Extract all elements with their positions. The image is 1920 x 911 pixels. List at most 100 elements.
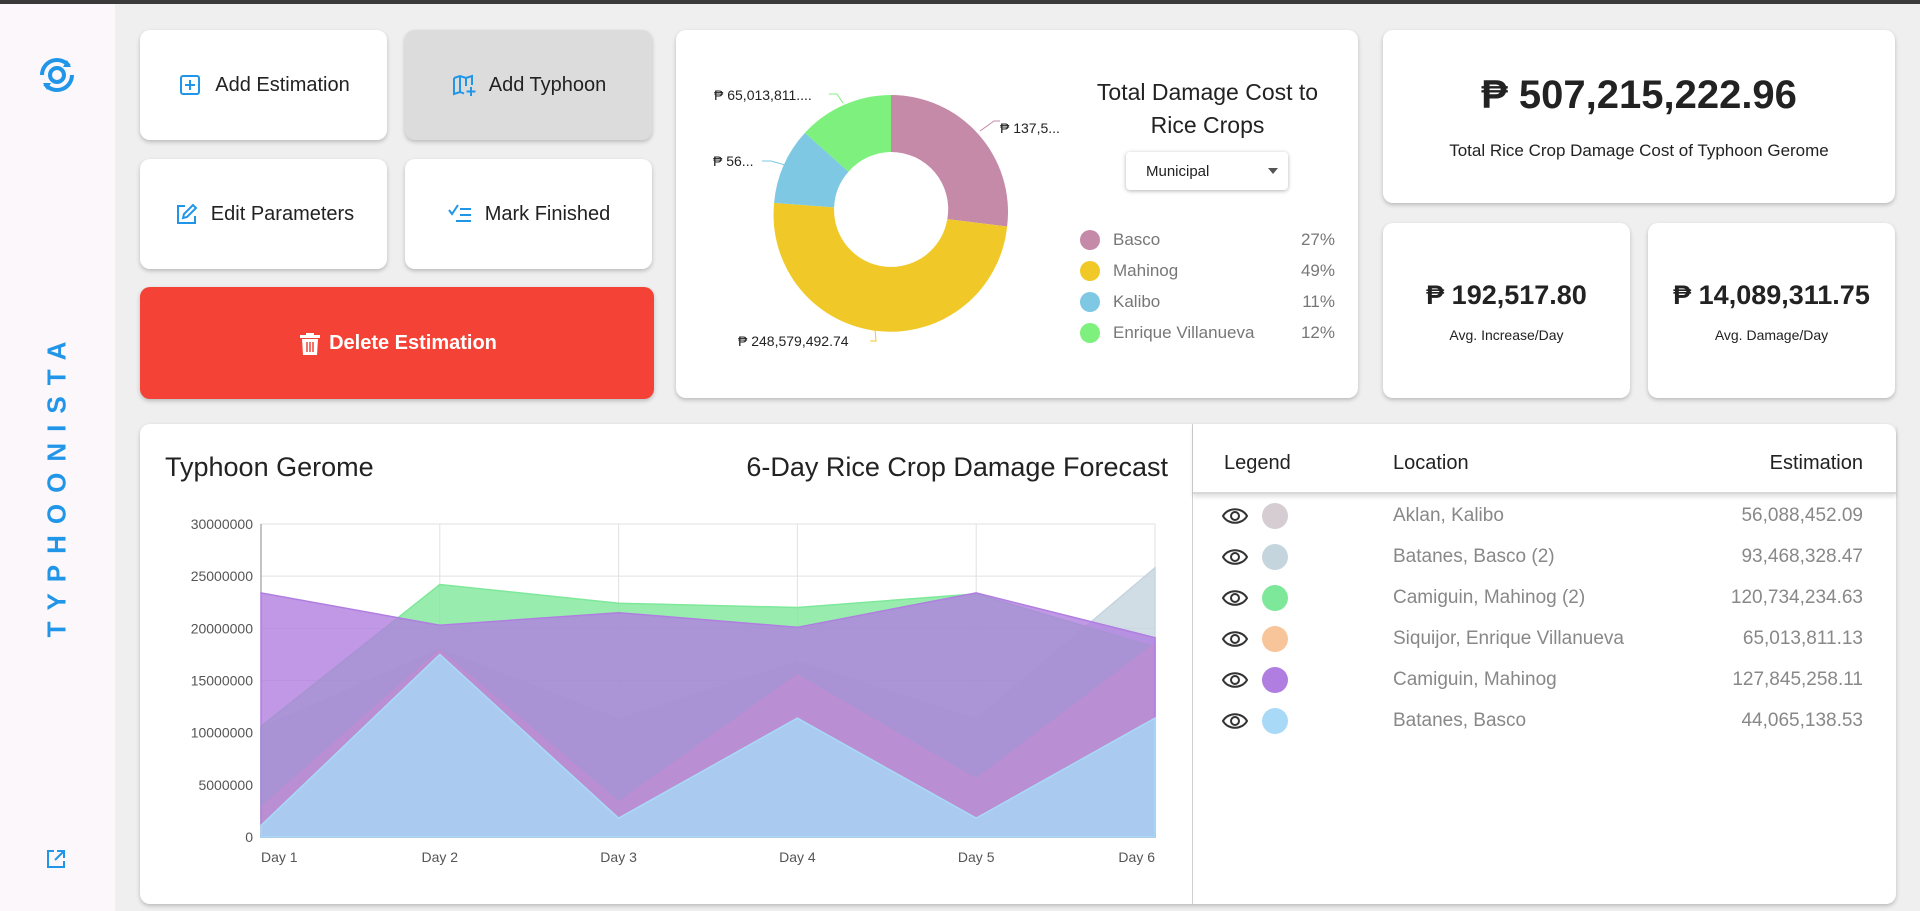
window-top-bar [0, 0, 1920, 4]
estimation-table-header: Legend Location Estimation [1193, 424, 1896, 494]
donut-value-label-kalibo: ₱ 56... [713, 153, 754, 169]
legend-name: Enrique Villanueva [1113, 323, 1255, 342]
series-color-dot [1262, 544, 1288, 570]
checklist-icon [447, 204, 471, 222]
level-filter-select[interactable]: Municipal [1126, 152, 1288, 190]
donut-title: Total Damage Cost to Rice Crops [1096, 79, 1319, 138]
total-damage-label: Total Rice Crop Damage Cost of Typhoon G… [1449, 141, 1829, 160]
legend-column-header: Legend [1224, 452, 1291, 474]
legend-name: Kalibo [1113, 292, 1161, 311]
brand-name: TYPHOONISTA [41, 330, 72, 638]
donut-value-label-mahinog: ₱ 248,579,492.74 [738, 333, 849, 349]
total-damage-value: ₱ 507,215,222.96 [1481, 73, 1797, 117]
add-typhoon-button[interactable]: Add Typhoon [405, 30, 652, 140]
x-tick-label: Day 5 [958, 849, 995, 865]
donut-slice-mahinog[interactable] [773, 202, 1008, 332]
row-estimation: 56,088,452.09 [1741, 505, 1863, 526]
table-row[interactable]: Batanes, Basco (2) 93,468,328.47 [1193, 538, 1896, 578]
legend-color-dot [1080, 230, 1100, 250]
level-filter-value: Municipal [1146, 163, 1210, 180]
legend-color-dot [1080, 292, 1100, 312]
donut-value-label-basco: ₱ 137,5... [1000, 120, 1060, 136]
row-location: Camiguin, Mahinog [1393, 669, 1557, 690]
chart-title: Typhoon Gerome [165, 452, 374, 482]
donut-legend-item[interactable]: Mahinog 49% [1080, 258, 1335, 284]
add-typhoon-label: Add Typhoon [488, 73, 607, 96]
eye-visibility-icon[interactable] [1221, 504, 1249, 528]
series-color-dot [1262, 626, 1288, 652]
legend-color-dot [1080, 261, 1100, 281]
y-tick-label: 15000000 [191, 673, 254, 689]
y-tick-label: 10000000 [191, 725, 254, 741]
legend-percent: 11% [1302, 292, 1335, 311]
y-tick-label: 25000000 [191, 568, 254, 584]
legend-name: Mahinog [1113, 261, 1179, 280]
donut-legend-item[interactable]: Kalibo 11% [1080, 289, 1335, 315]
series-color-dot [1262, 708, 1288, 734]
open-external-icon[interactable] [44, 847, 68, 871]
row-estimation: 120,734,234.63 [1730, 587, 1863, 608]
mark-finished-button[interactable]: Mark Finished [405, 159, 652, 269]
plus-square-icon [180, 75, 201, 95]
leader-line-basco [979, 120, 1000, 132]
row-estimation: 127,845,258.11 [1732, 669, 1863, 690]
leader-line-mahinog [870, 328, 877, 342]
table-row[interactable]: Aklan, Kalibo 56,088,452.09 [1193, 497, 1896, 537]
chart-subtitle: 6-Day Rice Crop Damage Forecast [746, 452, 1168, 482]
row-location: Aklan, Kalibo [1393, 505, 1504, 526]
x-tick-label: Day 6 [1118, 849, 1155, 865]
x-tick-label: Day 3 [600, 849, 637, 865]
avg-increase-label: Avg. Increase/Day [1449, 327, 1564, 343]
forecast-area-chart: 0 5000000 10000000 15000000 20000000 25000000… [191, 516, 1156, 865]
series-color-dot [1262, 503, 1288, 529]
avg-increase-value: ₱ 192,517.80 [1426, 280, 1587, 310]
x-tick-label: Day 2 [422, 849, 459, 865]
row-estimation: 65,013,811.13 [1742, 628, 1863, 649]
x-tick-label: Day 4 [779, 849, 816, 865]
edit-parameters-label: Edit Parameters [210, 202, 355, 225]
legend-name: Basco [1113, 230, 1161, 249]
y-tick-label: 20000000 [191, 620, 254, 636]
map-add-icon [452, 74, 476, 96]
table-row[interactable]: Siquijor, Enrique Villanueva 65,013,811.1… [1193, 620, 1896, 660]
edit-icon [176, 203, 198, 224]
typhoon-logo-icon[interactable] [36, 54, 78, 96]
eye-visibility-icon[interactable] [1221, 627, 1249, 651]
row-estimation: 93,468,328.47 [1741, 546, 1863, 567]
y-tick-label: 30000000 [191, 516, 254, 532]
eye-visibility-icon[interactable] [1221, 709, 1249, 733]
series-color-dot [1262, 667, 1288, 693]
eye-visibility-icon[interactable] [1221, 586, 1249, 610]
donut-legend-item[interactable]: Enrique Villanueva 12% [1080, 320, 1335, 346]
eye-visibility-icon[interactable] [1221, 545, 1249, 569]
mark-finished-label: Mark Finished [484, 202, 611, 225]
add-estimation-button[interactable]: Add Estimation [140, 30, 387, 140]
chevron-down-icon [1268, 168, 1278, 174]
trash-icon [300, 333, 321, 355]
legend-percent: 27% [1300, 230, 1335, 249]
row-location: Batanes, Basco (2) [1393, 546, 1555, 567]
donut-legend-item[interactable]: Basco 27% [1080, 227, 1335, 253]
legend-percent: 49% [1300, 261, 1335, 280]
legend-percent: 12% [1300, 323, 1335, 342]
row-estimation: 44,065,138.53 [1741, 710, 1863, 731]
avg-damage-label: Avg. Damage/Day [1714, 327, 1829, 343]
delete-estimation-button[interactable]: Delete Estimation [140, 287, 654, 399]
edit-parameters-button[interactable]: Edit Parameters [140, 159, 387, 269]
delete-estimation-label: Delete Estimation [329, 331, 497, 354]
table-row[interactable]: Camiguin, Mahinog 127,845,258.11 [1193, 661, 1896, 701]
row-location: Siquijor, Enrique Villanueva [1393, 628, 1624, 649]
estimation-column-header[interactable]: Estimation [1770, 452, 1863, 475]
series-color-dot [1262, 585, 1288, 611]
avg-damage-value: ₱ 14,089,311.75 [1673, 280, 1870, 310]
donut-value-label-enrique-villanueva: ₱ 65,013,811.... [714, 87, 812, 103]
location-column-header[interactable]: Location [1393, 452, 1469, 475]
table-row[interactable]: Camiguin, Mahinog (2) 120,734,234.63 [1193, 579, 1896, 619]
donut-slice-basco[interactable] [891, 95, 1009, 227]
legend-color-dot [1080, 323, 1100, 343]
row-location: Batanes, Basco [1393, 710, 1527, 731]
add-estimation-label: Add Estimation [215, 73, 350, 96]
table-row[interactable]: Batanes, Basco 44,065,138.53 [1193, 702, 1896, 742]
sidebar: TYPHOONISTA [0, 4, 115, 911]
eye-visibility-icon[interactable] [1221, 668, 1249, 692]
